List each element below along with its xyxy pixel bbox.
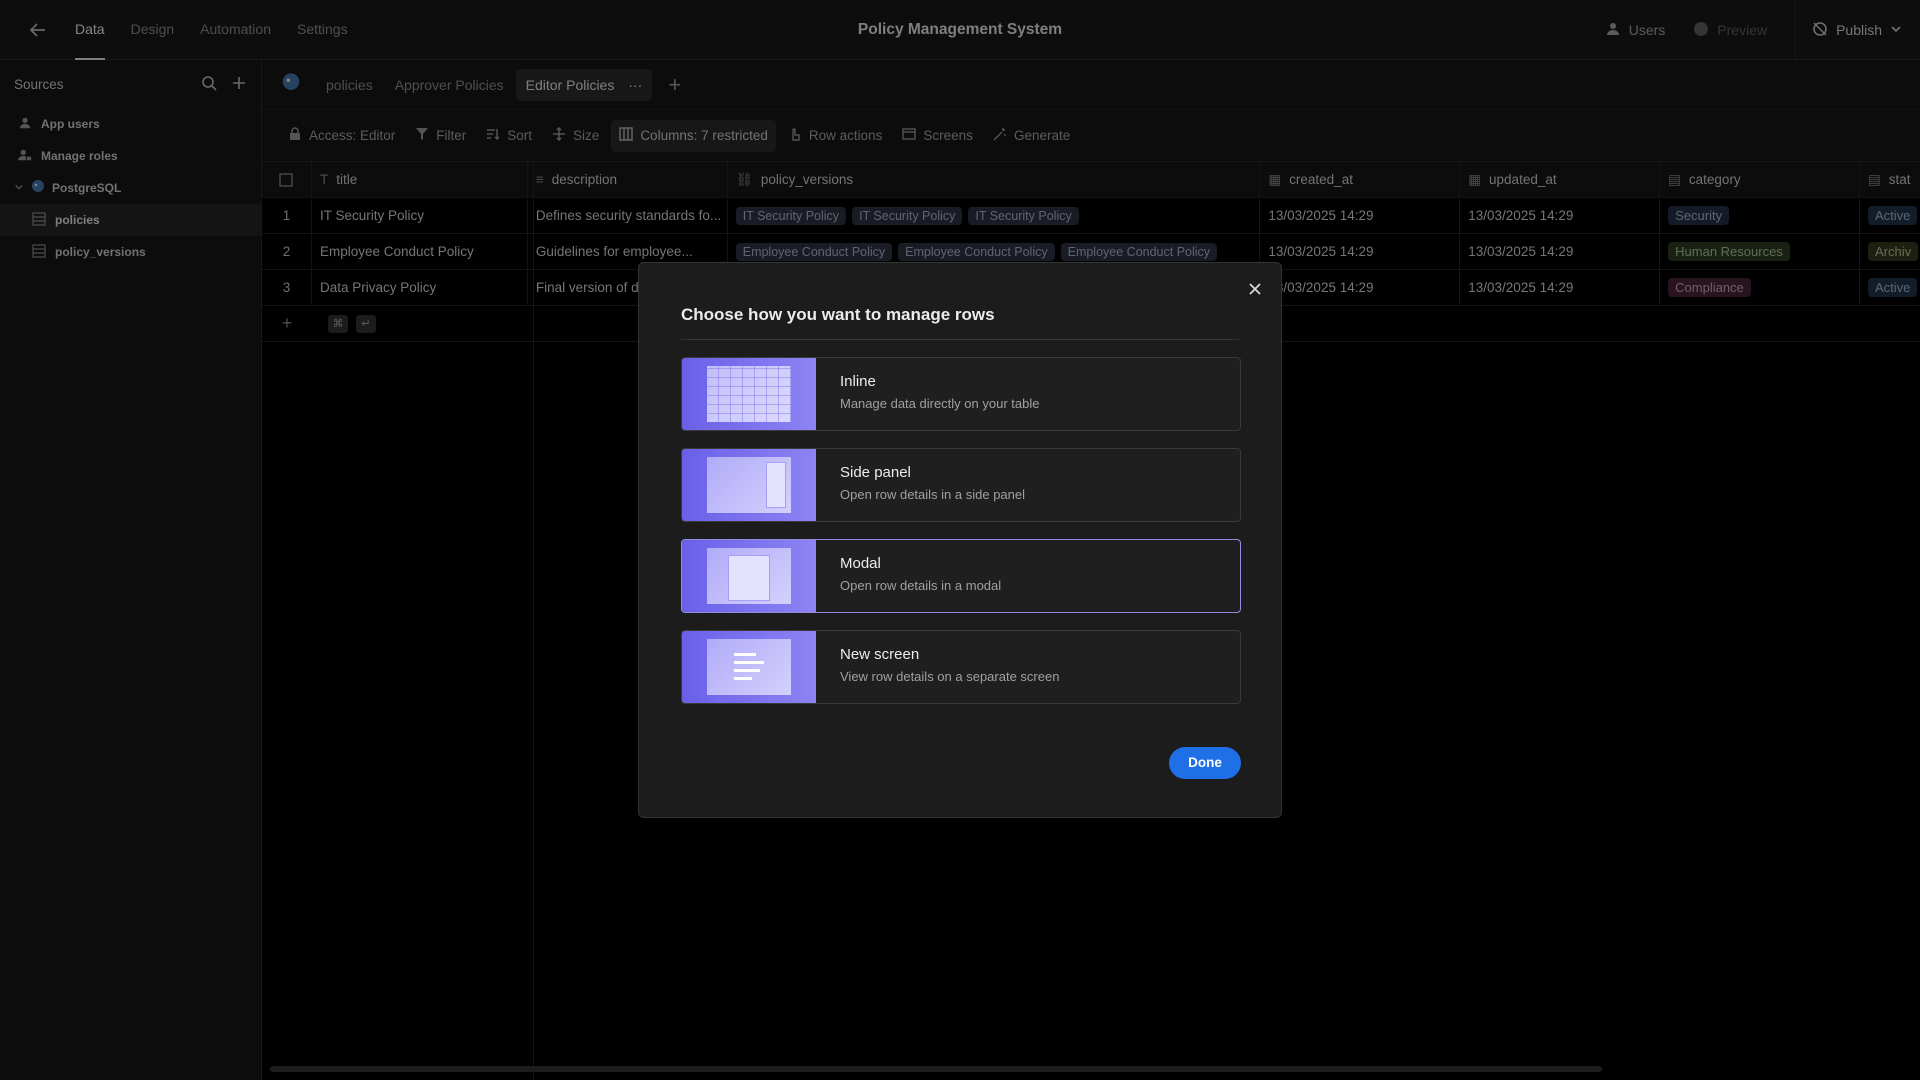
option-description: View row details on a separate screen — [840, 669, 1060, 684]
option-description: Manage data directly on your table — [840, 396, 1040, 411]
divider — [681, 339, 1239, 340]
option-label: Inline — [840, 373, 876, 390]
option-label: Side panel — [840, 464, 911, 481]
inline-thumbnail-icon — [682, 358, 816, 430]
modal-thumbnail-icon — [682, 540, 816, 612]
option-description: Open row details in a modal — [840, 578, 1002, 593]
side-panel-thumbnail-icon — [682, 449, 816, 521]
modal-title: Choose how you want to manage rows — [681, 305, 995, 324]
option-label: Modal — [840, 555, 881, 572]
option-description: Open row details in a side panel — [840, 487, 1026, 502]
option-inline[interactable]: Inline Manage data directly on your tabl… — [681, 357, 1241, 431]
manage-rows-modal: Choose how you want to manage rows Inlin… — [638, 262, 1282, 818]
new-screen-thumbnail-icon — [682, 631, 816, 703]
option-side-panel[interactable]: Side panel Open row details in a side pa… — [681, 448, 1241, 522]
close-icon[interactable] — [1245, 279, 1265, 299]
option-label: New screen — [840, 646, 920, 663]
option-new-screen[interactable]: New screen View row details on a separat… — [681, 630, 1241, 704]
option-modal[interactable]: Modal Open row details in a modal — [681, 539, 1241, 613]
done-button[interactable]: Done — [1169, 747, 1241, 779]
